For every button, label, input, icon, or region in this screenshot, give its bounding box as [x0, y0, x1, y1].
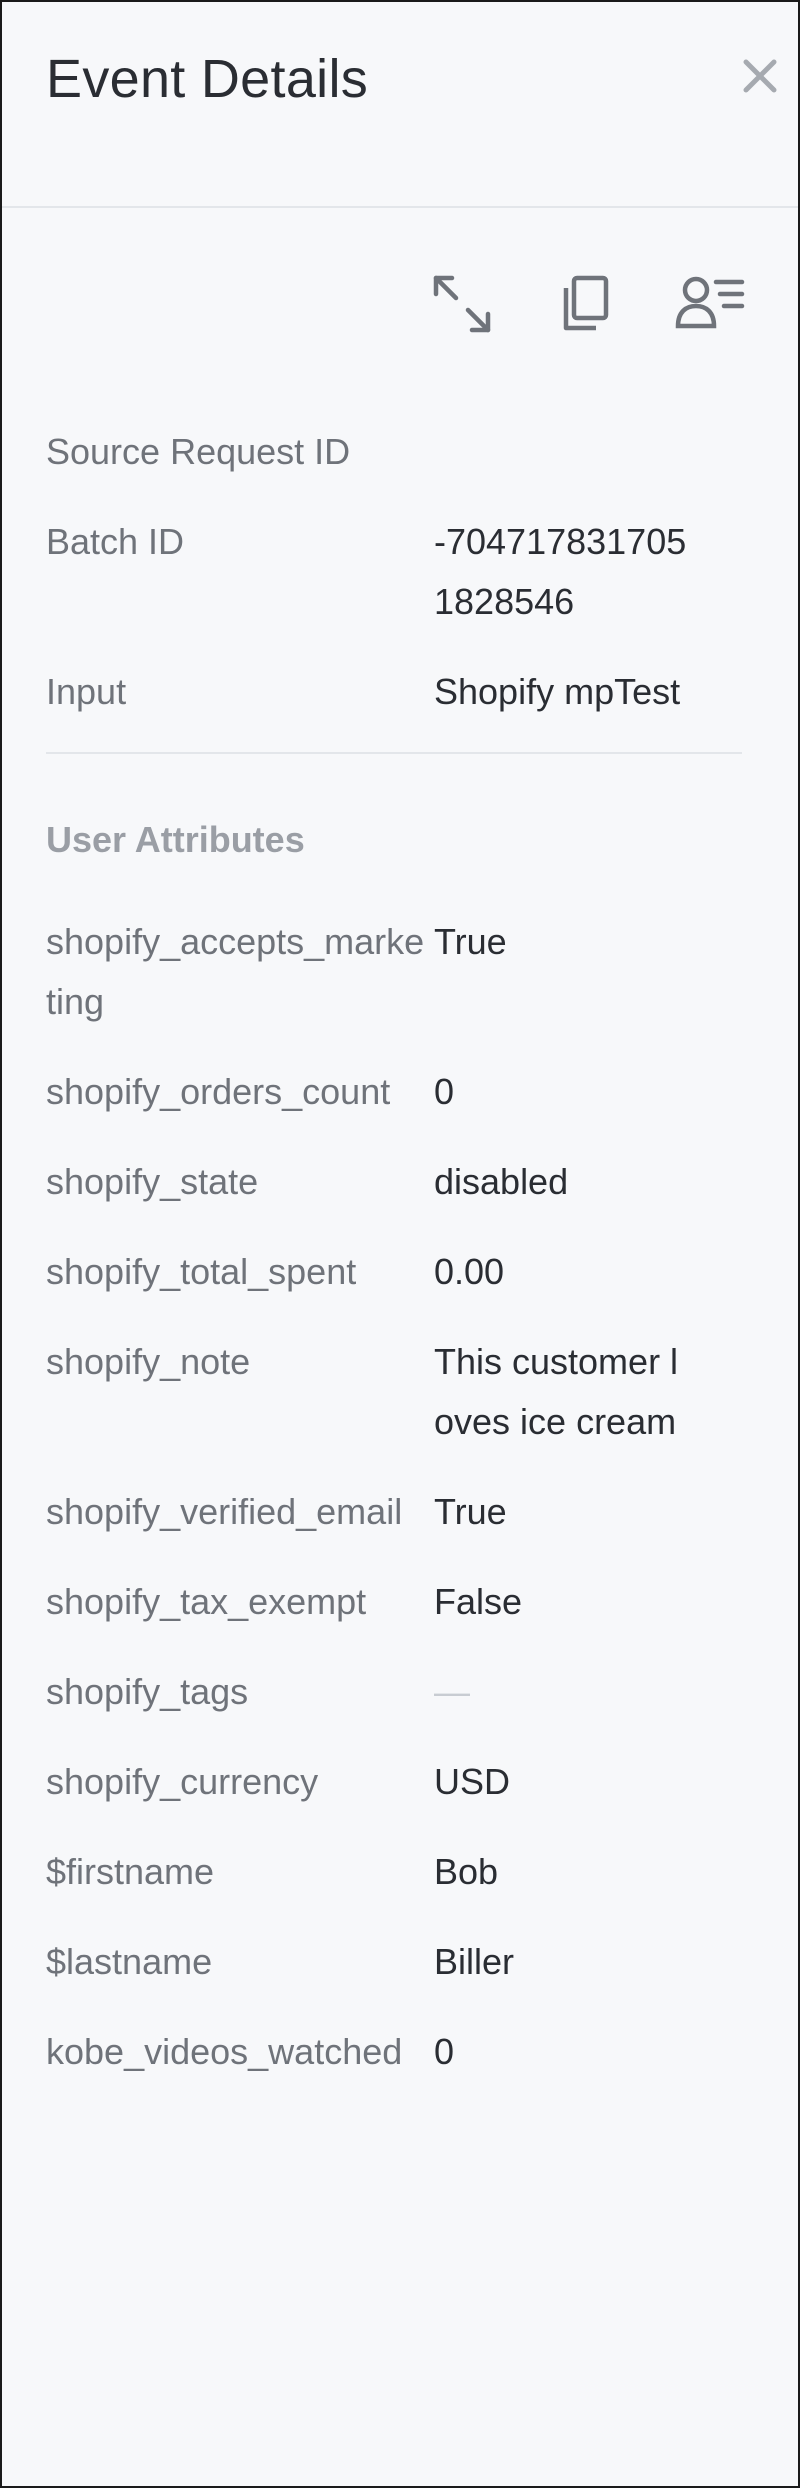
detail-value: Shopify mpTest [434, 671, 681, 712]
attribute-key: shopify_orders_count [46, 1071, 391, 1112]
attribute-key: shopify_tax_exempt [46, 1581, 367, 1622]
attribute-row: shopify_total_spent 0.00 [46, 1242, 746, 1302]
user-profile-icon[interactable] [674, 268, 746, 340]
detail-key: Batch ID [46, 521, 185, 562]
attribute-row: shopify_tags — [46, 1662, 746, 1722]
attribute-value: 0 [434, 1071, 455, 1112]
attribute-key: $lastname [46, 1941, 213, 1982]
close-icon[interactable] [736, 52, 784, 100]
attribute-key: shopify_tags [46, 1671, 249, 1712]
attribute-key: shopify_accepts_marketing [46, 921, 425, 1022]
detail-key: Input [46, 671, 127, 712]
panel-header: Event Details [2, 2, 798, 208]
attribute-value: This customer loves ice cream [434, 1341, 679, 1442]
expand-icon[interactable] [426, 268, 498, 340]
attribute-value: Bob [434, 1851, 499, 1892]
detail-row-source-request-id: Source Request ID [46, 422, 746, 482]
attribute-key: shopify_total_spent [46, 1251, 357, 1292]
detail-key: Source Request ID [46, 431, 351, 472]
detail-row-input: Input Shopify mpTest [46, 662, 746, 722]
panel-title: Event Details [46, 49, 369, 109]
attribute-key: shopify_verified_email [46, 1491, 403, 1532]
detail-value: -7047178317051828546 [434, 521, 687, 622]
toolbar [426, 268, 746, 340]
attribute-value: True [434, 921, 507, 962]
attribute-value-empty: — [434, 1671, 470, 1712]
attribute-value: USD [434, 1761, 511, 1802]
attribute-row: shopify_verified_email True [46, 1482, 746, 1542]
attribute-row: shopify_accepts_marketing True [46, 912, 746, 1032]
attribute-value: False [434, 1581, 523, 1622]
attribute-value: 0 [434, 2031, 455, 2072]
attribute-key: shopify_state [46, 1161, 259, 1202]
attribute-key: shopify_note [46, 1341, 251, 1382]
attribute-row: $firstname Bob [46, 1842, 746, 1902]
attribute-row: shopify_note This customer loves ice cre… [46, 1332, 746, 1452]
attribute-row: kobe_videos_watched 0 [46, 2022, 746, 2082]
user-attributes-heading: User Attributes [46, 819, 305, 860]
attribute-row: shopify_tax_exempt False [46, 1572, 746, 1632]
attribute-value: disabled [434, 1161, 569, 1202]
attribute-key: kobe_videos_watched [46, 2031, 403, 2072]
detail-row-batch-id: Batch ID -7047178317051828546 [46, 512, 746, 632]
attribute-value: Biller [434, 1941, 515, 1982]
attribute-key: $firstname [46, 1851, 215, 1892]
attribute-key: shopify_currency [46, 1761, 319, 1802]
attribute-value: True [434, 1491, 507, 1532]
attribute-row: shopify_orders_count 0 [46, 1062, 746, 1122]
attribute-row: shopify_state disabled [46, 1152, 746, 1212]
copy-icon[interactable] [550, 268, 622, 340]
attribute-row: $lastname Biller [46, 1932, 746, 1992]
detail-value [434, 422, 694, 482]
event-details-panel: Event Details Source Request ID Batch ID… [0, 0, 800, 2488]
details-list: Source Request ID Batch ID -704717831705… [46, 422, 746, 2112]
attribute-row: shopify_currency USD [46, 1752, 746, 1812]
divider [46, 752, 742, 754]
attribute-value: 0.00 [434, 1251, 505, 1292]
